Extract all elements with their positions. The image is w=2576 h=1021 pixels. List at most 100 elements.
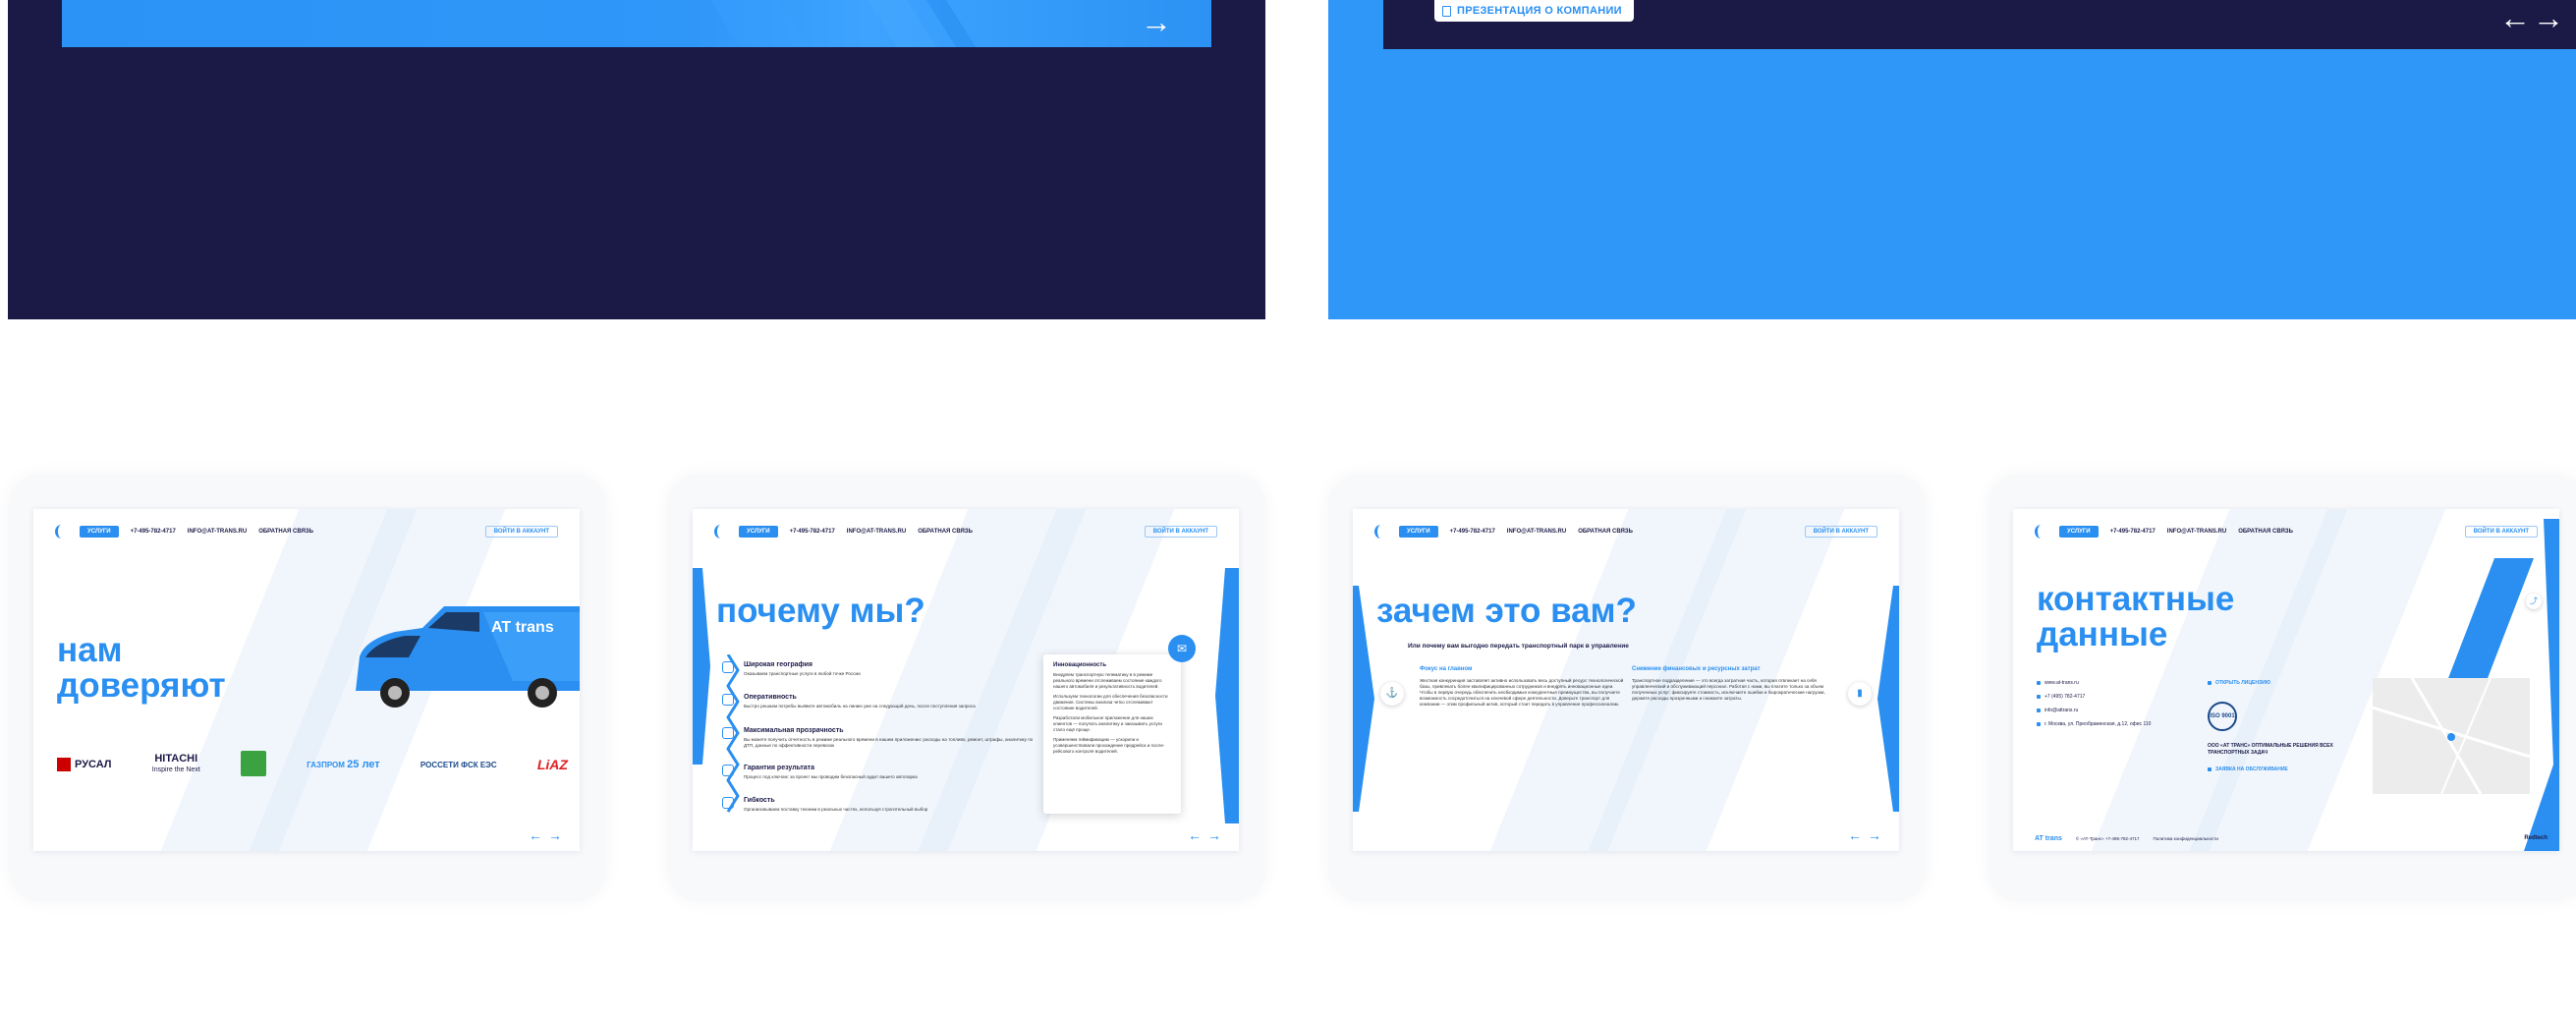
slide-arrows[interactable]: ←→ — [1188, 827, 1227, 843]
logo-icon — [714, 525, 727, 539]
benefit-column: Снижение финансовых и ресурсных затрат Т… — [1632, 666, 1838, 702]
slide-nav: УСЛУГИ +7-495-782-4717 INFO@AT-TRANS.RU … — [714, 525, 1217, 539]
services-button[interactable]: УСЛУГИ — [739, 526, 778, 538]
phone-link[interactable]: +7-495-782-4717 — [790, 529, 835, 535]
partner-hitachi: HITACHI Inspire the Next — [151, 753, 200, 774]
popup-title: Инновационность — [1053, 662, 1107, 668]
popup-text: Применяем геймификацию — ускорили и усов… — [1053, 737, 1165, 754]
email-link[interactable]: INFO@AT-TRANS.RU — [1507, 529, 1566, 535]
share-icon[interactable]: ⤴ — [2526, 594, 2542, 609]
right-accent-stripe — [1877, 586, 1899, 812]
footer-privacy-link[interactable]: Политика конфиденциальности — [2153, 836, 2217, 841]
benefit-title: Снижение финансовых и ресурсных затрат — [1632, 666, 1761, 672]
login-button[interactable]: ВОЙТИ В АККАУНТ — [1804, 526, 1877, 538]
document-icon — [1442, 5, 1451, 17]
shield-icon — [722, 765, 734, 776]
contact-address: г. Москва, ул. Преображенская, д.12, офи… — [2037, 721, 2151, 727]
email-link[interactable]: INFO@AT-TRANS.RU — [2167, 529, 2226, 535]
hero-banner: → — [62, 0, 1211, 47]
innovation-bubble-icon[interactable]: ✉ — [1168, 635, 1196, 662]
phone-link[interactable]: +7-495-782-4717 — [1450, 529, 1495, 535]
globe-icon — [2037, 681, 2041, 685]
feedback-link[interactable]: ОБРАТНАЯ СВЯЗЬ — [1578, 529, 1633, 535]
presentation-label: ПРЕЗЕНТАЦИЯ О КОМПАНИИ — [1457, 5, 1622, 17]
partner-rosseti: РОССЕТИ ФСК ЕЭС — [420, 760, 497, 769]
feedback-link[interactable]: ОБРАТНАЯ СВЯЗЬ — [258, 529, 313, 535]
title-line: доверяют — [57, 666, 226, 705]
logo-icon — [2035, 525, 2047, 539]
company-tagline: ООО «АТ ТРАНС» ОПТИМАЛЬНЫЕ РЕШЕНИЯ ВСЕХ … — [2208, 743, 2333, 756]
feature-item: Гарантия результата Процесс под ключом: з… — [722, 765, 1038, 780]
feedback-link[interactable]: ОБРАТНАЯ СВЯЗЬ — [2238, 529, 2293, 535]
slide-arrows[interactable]: ←→ — [529, 827, 568, 843]
feature-item: Максимальная прозрачность Вы можете получ… — [722, 727, 1038, 749]
contact-phone[interactable]: +7 (495) 782-4717 — [2037, 694, 2085, 700]
email-link[interactable]: INFO@AT-TRANS.RU — [188, 529, 247, 535]
footer-credit: Redtech — [2524, 835, 2548, 841]
slide-preview-blue: ПРЕЗЕНТАЦИЯ О КОМПАНИИ ← → — [1328, 0, 2576, 319]
logo-icon — [55, 525, 68, 539]
slide-contacts: УСЛУГИ +7-495-782-4717 INFO@AT-TRANS.RU … — [2013, 509, 2559, 851]
refresh-icon — [722, 727, 734, 739]
partner-liaz: LiAZ — [536, 757, 568, 772]
prev-arrow-icon[interactable]: ← — [2499, 2, 2531, 33]
anchor-icon[interactable]: ⚓ — [1380, 682, 1404, 706]
slide-nav: УСЛУГИ +7-495-782-4717 INFO@AT-TRANS.RU … — [55, 525, 558, 539]
contact-email[interactable]: info@attrans.ru — [2037, 708, 2078, 713]
contact-website[interactable]: www.at-trans.ru — [2037, 680, 2079, 686]
globe-icon — [722, 661, 734, 673]
slide-card-trust[interactable]: УСЛУГИ +7-495-782-4717 INFO@AT-TRANS.RU … — [8, 474, 607, 902]
slide-arrows[interactable]: ←→ — [1848, 827, 1887, 843]
iso-seal: ISO 9001 — [2208, 702, 2237, 731]
next-arrow-icon[interactable]: → — [2533, 2, 2564, 33]
popup-text: Внедряем транспортную телематику в в реж… — [1053, 672, 1162, 689]
slide-card-contacts[interactable]: УСЛУГИ +7-495-782-4717 INFO@AT-TRANS.RU … — [1988, 474, 2576, 902]
shuffle-icon — [722, 797, 734, 809]
benefit-text: Жесткая конкуренция заставляет активно и… — [1420, 678, 1624, 707]
slide-nav: УСЛУГИ +7-495-782-4717 INFO@AT-TRANS.RU … — [1374, 525, 1877, 539]
clock-icon — [722, 694, 734, 706]
login-button[interactable]: ВОЙТИ В АККАУНТ — [1144, 526, 1217, 538]
innovation-popup: Инновационность Внедряем транспортную те… — [1043, 654, 1181, 814]
partner-rusal: РУСАЛ — [57, 758, 112, 771]
slide-trust: УСЛУГИ +7-495-782-4717 INFO@AT-TRANS.RU … — [33, 509, 580, 851]
phone-link[interactable]: +7-495-782-4717 — [131, 529, 176, 535]
van-image: AT trans — [356, 606, 580, 708]
slide-title: контактные данные — [2037, 582, 2234, 652]
map-roads — [2372, 677, 2531, 795]
slide-why-us: УСЛУГИ +7-495-782-4717 INFO@AT-TRANS.RU … — [693, 509, 1239, 851]
banner-stripes — [710, 0, 976, 47]
services-button[interactable]: УСЛУГИ — [1399, 526, 1438, 538]
partner-logos: РУСАЛ HITACHI Inspire the Next ГАЗПРОМ 25… — [57, 745, 568, 784]
title-line: данные — [2037, 615, 2168, 653]
slide-card-why-you[interactable]: УСЛУГИ +7-495-782-4717 INFO@AT-TRANS.RU … — [1327, 474, 1927, 902]
email-link[interactable]: INFO@AT-TRANS.RU — [847, 529, 906, 535]
login-button[interactable]: ВОЙТИ В АККАУНТ — [2464, 526, 2538, 538]
partner-green-logo — [241, 750, 267, 779]
phone-link[interactable]: +7-495-782-4717 — [2110, 529, 2156, 535]
login-button[interactable]: ВОЙТИ В АККАУНТ — [484, 526, 558, 538]
left-accent-stripe — [1353, 586, 1374, 812]
popup-text: Используем технологии для обеспечения бе… — [1053, 694, 1168, 710]
slide-card-why-us[interactable]: УСЛУГИ +7-495-782-4717 INFO@AT-TRANS.RU … — [667, 474, 1266, 902]
slide-nav: УСЛУГИ +7-495-782-4717 INFO@AT-TRANS.RU … — [2035, 525, 2538, 539]
benefit-column: Фокус на главном Жесткая конкуренция зас… — [1420, 666, 1626, 708]
services-button[interactable]: УСЛУГИ — [2059, 526, 2099, 538]
services-button[interactable]: УСЛУГИ — [80, 526, 119, 538]
presentation-button[interactable]: ПРЕЗЕНТАЦИЯ О КОМПАНИИ — [1434, 0, 1634, 22]
next-arrow-icon[interactable]: → — [1141, 6, 1172, 37]
title-line: нам — [57, 631, 123, 669]
benefit-text: Транспортное подразделение — это всегда … — [1632, 678, 1825, 701]
request-link[interactable]: ЗАЯВКА НА ОБСЛУЖИВАНИЕ — [2208, 766, 2288, 772]
document-icon — [2208, 681, 2212, 685]
feature-item: Широкая география Оказываем транспортные … — [722, 661, 1038, 677]
feature-item: Гибкость Организовываем поставку техники … — [722, 797, 1038, 813]
open-license-link[interactable]: ОТКРЫТЬ ЛИЦЕНЗИЮ — [2208, 680, 2270, 686]
slide-preview-dark: → — [8, 0, 1265, 319]
phone-icon — [2037, 695, 2041, 699]
logo-icon — [1374, 525, 1387, 539]
location-map[interactable] — [2372, 677, 2531, 795]
chart-icon[interactable]: ▮ — [1848, 682, 1872, 706]
pin-icon — [2037, 722, 2041, 726]
feedback-link[interactable]: ОБРАТНАЯ СВЯЗЬ — [918, 529, 973, 535]
